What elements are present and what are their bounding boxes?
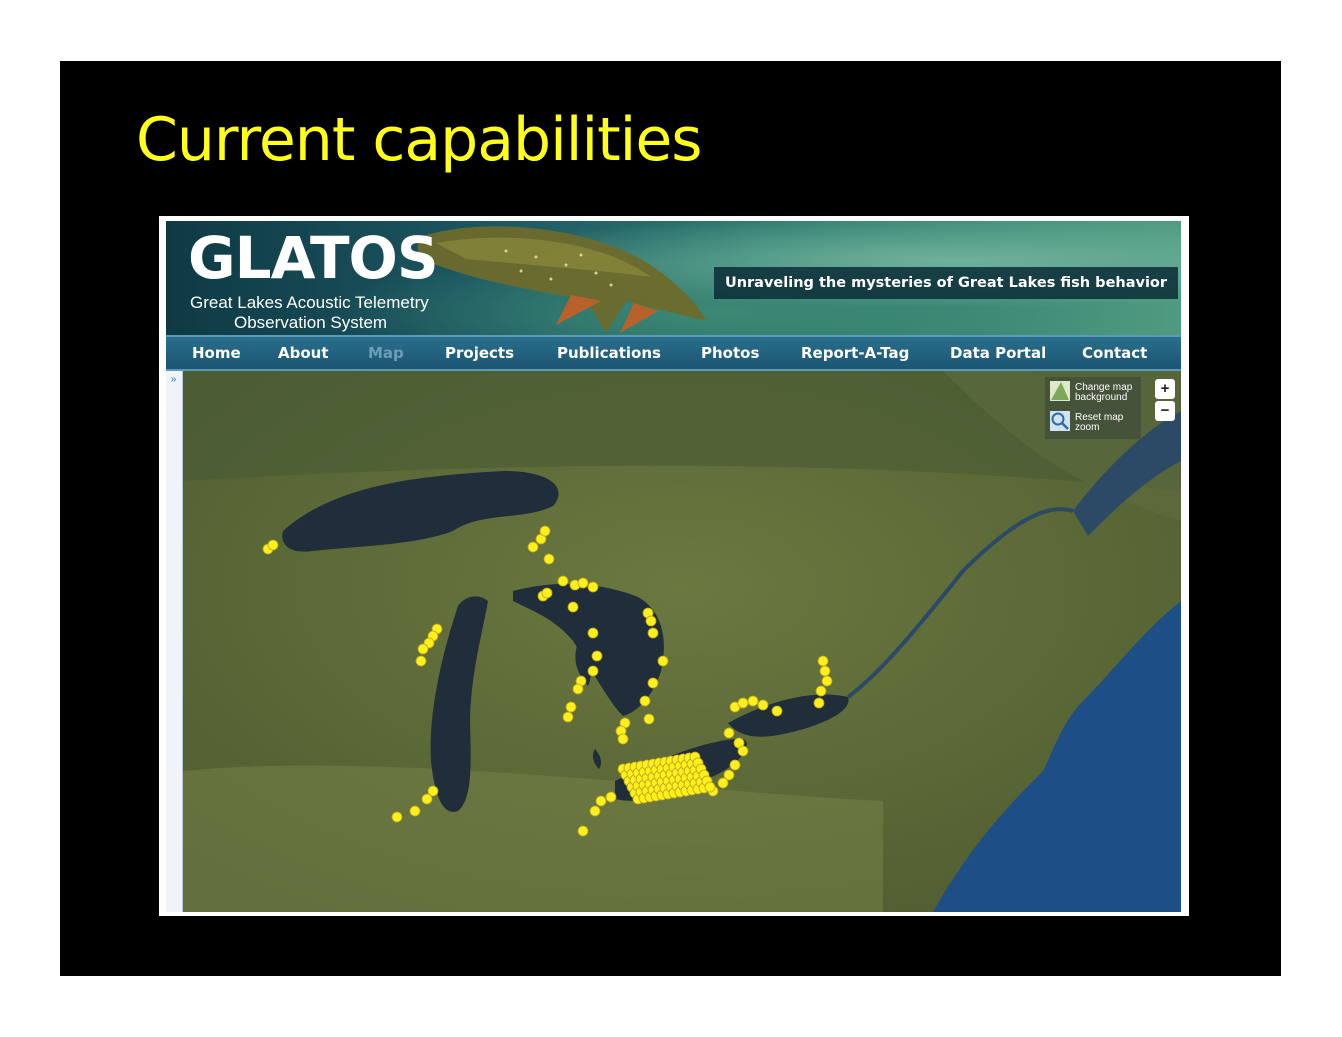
receiver-marker[interactable] <box>645 615 657 627</box>
zoom-in-button[interactable]: + <box>1155 379 1175 399</box>
receiver-marker[interactable] <box>819 665 831 677</box>
nav-map[interactable]: Map <box>368 337 404 369</box>
site-tagline: Unraveling the mysteries of Great Lakes … <box>714 267 1178 299</box>
receiver-marker[interactable] <box>267 539 279 551</box>
receiver-marker[interactable] <box>617 733 629 745</box>
glatos-website: GLATOS Great Lakes Acoustic Telemetry Ob… <box>166 221 1181 912</box>
receiver-marker[interactable] <box>737 697 749 709</box>
site-header: GLATOS Great Lakes Acoustic Telemetry Ob… <box>166 221 1181 335</box>
receiver-marker[interactable] <box>591 650 603 662</box>
nav-about[interactable]: About <box>278 337 329 369</box>
receiver-marker[interactable] <box>587 627 599 639</box>
receiver-marker[interactable] <box>605 791 617 803</box>
receiver-map[interactable]: Change map background Reset map zoom + − <box>183 371 1181 912</box>
zoom-out-button[interactable]: − <box>1155 401 1175 421</box>
receiver-marker[interactable] <box>729 759 741 771</box>
receiver-marker[interactable] <box>821 675 833 687</box>
receiver-marker[interactable] <box>589 805 601 817</box>
receiver-marker[interactable] <box>639 695 651 707</box>
receiver-marker[interactable] <box>567 601 579 613</box>
receiver-marker[interactable] <box>421 793 433 805</box>
receiver-marker[interactable] <box>543 553 555 565</box>
change-background-label: Change map background <box>1075 382 1133 403</box>
nav-report-a-tag[interactable]: Report-A-Tag <box>801 337 909 369</box>
receiver-marker[interactable] <box>595 795 607 807</box>
receiver-marker[interactable] <box>771 705 783 717</box>
receiver-marker[interactable] <box>391 811 403 823</box>
main-nav: Home About Map Projects Publications Pho… <box>166 335 1181 371</box>
slide-title: Current capabilities <box>136 105 702 175</box>
satellite-map[interactable] <box>183 371 1181 912</box>
nav-projects[interactable]: Projects <box>445 337 514 369</box>
reset-zoom-label: Reset map zoom <box>1075 412 1124 433</box>
nav-data-portal[interactable]: Data Portal <box>950 337 1046 369</box>
receiver-marker[interactable] <box>813 697 825 709</box>
receiver-marker[interactable] <box>415 655 427 667</box>
map-tools-panel: Change map background Reset map zoom <box>1045 377 1141 439</box>
receiver-marker[interactable] <box>541 587 553 599</box>
glatos-logo[interactable]: GLATOS <box>188 226 439 290</box>
receiver-marker[interactable] <box>815 685 827 697</box>
logo-subtitle-line1: Great Lakes Acoustic Telemetry <box>190 293 429 312</box>
receiver-marker[interactable] <box>539 525 551 537</box>
receiver-marker[interactable] <box>587 581 599 593</box>
receiver-marker[interactable] <box>737 745 749 757</box>
receiver-marker[interactable] <box>565 701 577 713</box>
logo-subtitle-line2: Observation System <box>234 313 388 332</box>
nav-home[interactable]: Home <box>192 337 241 369</box>
receiver-marker[interactable] <box>747 695 759 707</box>
receiver-marker[interactable] <box>409 805 421 817</box>
lake-trout-image <box>417 226 706 333</box>
magnifier-icon <box>1050 411 1070 431</box>
receiver-marker[interactable] <box>717 777 729 789</box>
receiver-marker[interactable] <box>757 699 769 711</box>
nav-photos[interactable]: Photos <box>701 337 759 369</box>
nav-publications[interactable]: Publications <box>557 337 661 369</box>
receiver-marker[interactable] <box>817 655 829 667</box>
receiver-marker[interactable] <box>527 541 539 553</box>
receiver-marker[interactable] <box>572 683 584 695</box>
expand-sidebar-icon[interactable]: » <box>168 373 179 387</box>
receiver-marker[interactable] <box>557 575 569 587</box>
receiver-marker[interactable] <box>704 781 716 793</box>
receiver-marker[interactable] <box>723 727 735 739</box>
receiver-marker[interactable] <box>417 643 429 655</box>
receiver-marker[interactable] <box>577 825 589 837</box>
receiver-marker[interactable] <box>562 711 574 723</box>
receiver-marker[interactable] <box>577 577 589 589</box>
receiver-marker[interactable] <box>647 677 659 689</box>
receiver-marker[interactable] <box>643 713 655 725</box>
map-layers-icon <box>1050 381 1070 401</box>
receiver-marker[interactable] <box>647 627 659 639</box>
receiver-marker[interactable] <box>587 665 599 677</box>
receiver-marker[interactable] <box>657 655 669 667</box>
slide: Current capabilities GLATOS Great Lakes … <box>60 61 1281 976</box>
nav-contact[interactable]: Contact <box>1082 337 1147 369</box>
map-sidebar-collapsed: » <box>166 371 183 912</box>
website-screenshot: GLATOS Great Lakes Acoustic Telemetry Ob… <box>159 216 1189 916</box>
